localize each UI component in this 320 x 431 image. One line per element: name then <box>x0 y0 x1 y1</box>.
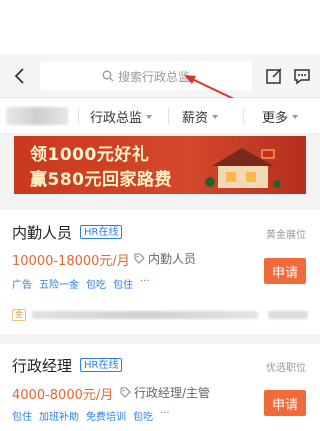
position-label: 内勤人员 <box>134 250 196 267</box>
tag-icon <box>120 387 131 398</box>
banner-line1: 领1000元好礼 <box>30 145 150 165</box>
search-input[interactable]: 搜索行政总监 <box>40 62 252 90</box>
chevron-left-icon <box>14 68 24 84</box>
company-footer: 金 <box>12 308 308 322</box>
apply-button[interactable]: 申请 <box>264 390 306 416</box>
edit-icon[interactable] <box>262 64 286 88</box>
search-placeholder: 搜索行政总监 <box>117 69 190 84</box>
hr-online-badge: HR在线 <box>80 225 123 239</box>
filter-salary[interactable]: 薪资 <box>182 107 219 126</box>
tag-icon <box>134 253 145 264</box>
promo-banner[interactable]: 领1000元好礼 赢580元回家路费 <box>14 136 306 194</box>
benefit-tags: 广告 五险一金 包吃 包住 ··· <box>12 276 150 291</box>
salary: 4000-8000元/月 <box>12 388 114 403</box>
caret-down-icon <box>146 114 153 119</box>
status-area <box>0 0 320 54</box>
job-title: 行政经理 <box>12 357 73 375</box>
position-label: 行政经理/主管 <box>120 384 210 401</box>
filter-position[interactable]: 行政总监 <box>90 107 153 126</box>
house-illustration <box>205 148 281 188</box>
back-button[interactable] <box>6 62 34 90</box>
benefit-tags: 包住 加班补助 免费培训 包吃 ··· <box>12 408 170 423</box>
message-icon[interactable] <box>290 64 314 88</box>
blurred-company-name <box>32 311 258 319</box>
caret-down-icon <box>212 114 219 119</box>
hr-online-badge: HR在线 <box>80 358 123 372</box>
banner-line2: 赢580元回家路费 <box>30 170 172 190</box>
search-icon <box>102 70 114 82</box>
app-header: 搜索行政总监 <box>0 54 320 98</box>
placement-tag: 优选职位 <box>266 363 306 374</box>
job-card[interactable]: 内勤人员 HR在线 黄金展位 10000-18000元/月 内勤人员 广告 五险… <box>0 210 320 334</box>
job-card[interactable]: 行政经理 HR在线 优选职位 4000-8000元/月 行政经理/主管 包住 加… <box>0 344 320 431</box>
gold-badge: 金 <box>12 309 26 321</box>
placement-tag: 黄金展位 <box>266 230 306 241</box>
blurred-distance <box>268 311 308 319</box>
filter-more[interactable]: 更多 <box>262 107 299 126</box>
salary: 10000-18000元/月 <box>12 254 130 269</box>
filter-bar: 行政总监 薪资 更多 <box>0 98 320 134</box>
caret-down-icon <box>292 114 299 119</box>
blurred-filter[interactable] <box>6 106 68 125</box>
apply-button[interactable]: 申请 <box>264 258 306 284</box>
job-title: 内勤人员 <box>12 224 73 242</box>
